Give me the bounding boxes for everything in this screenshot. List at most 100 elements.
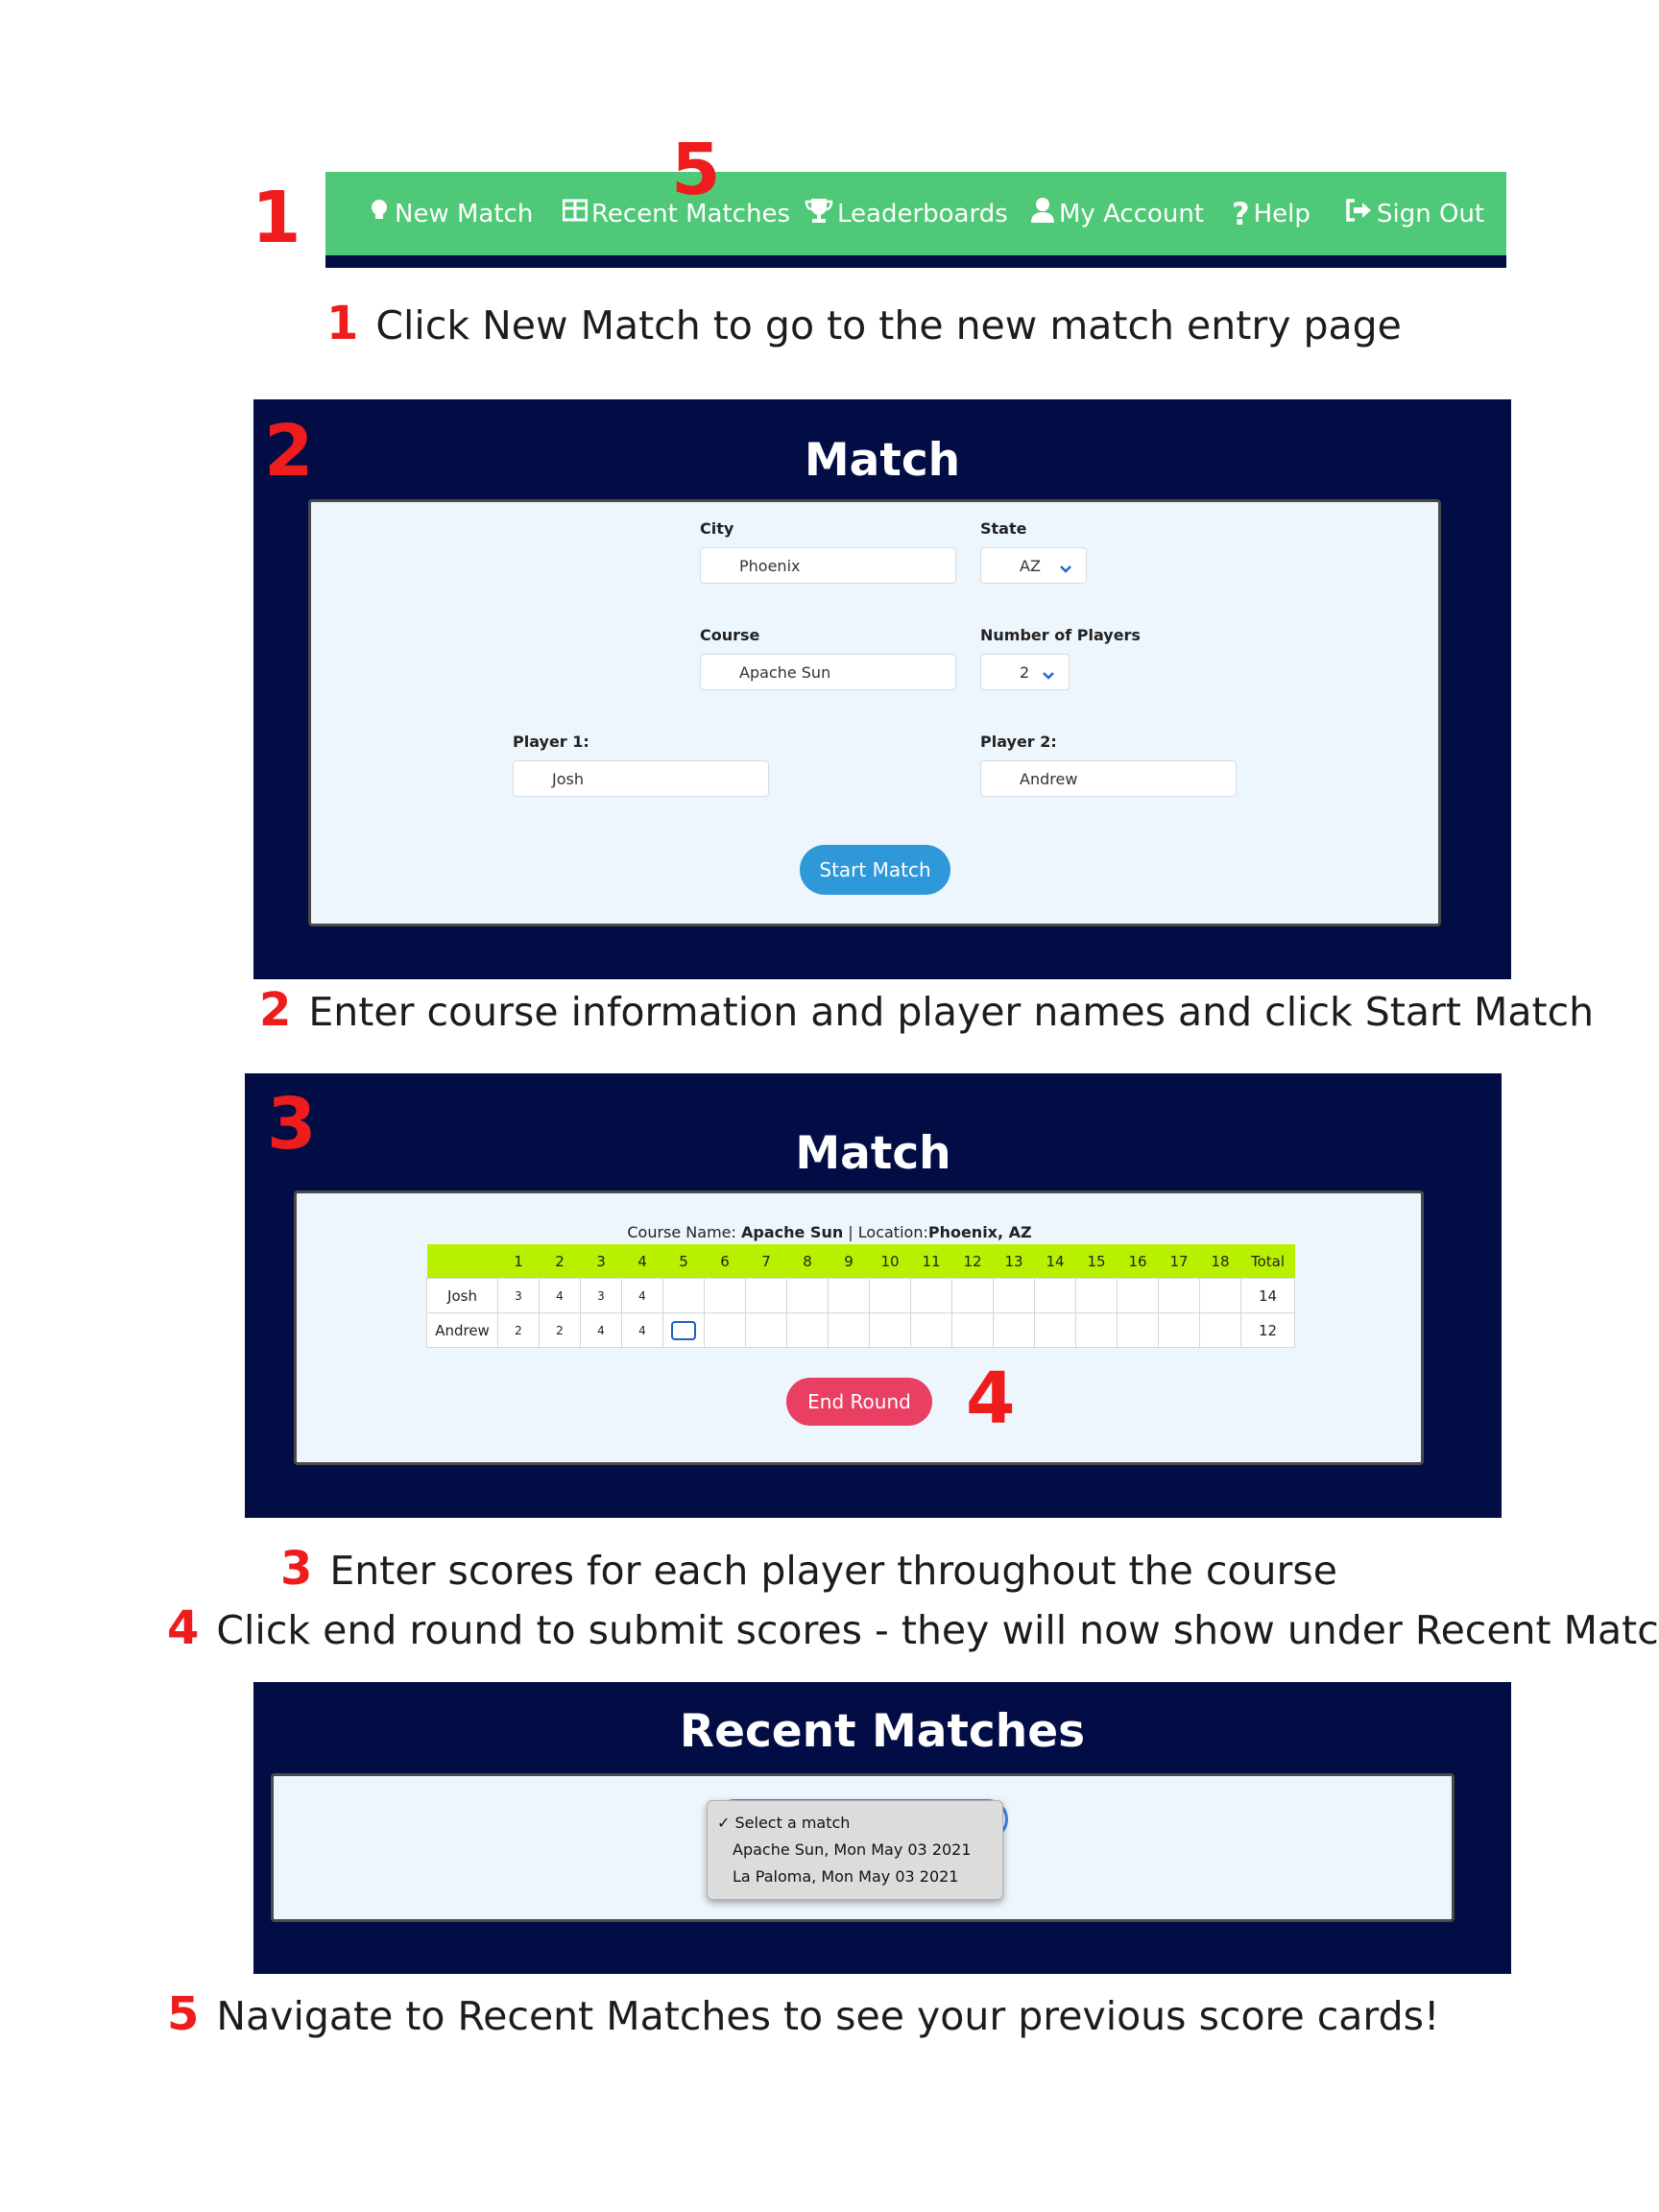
start-match-button[interactable]: Start Match [800, 845, 950, 895]
score-cell[interactable]: 3 [580, 1278, 622, 1313]
nav-new-match[interactable]: New Match [368, 172, 533, 255]
focused-input[interactable] [671, 1320, 696, 1340]
score-cell[interactable] [1034, 1278, 1076, 1313]
score-cell[interactable] [1117, 1312, 1159, 1348]
score-cell[interactable]: 3 [497, 1278, 540, 1313]
hole-header: 12 [951, 1244, 994, 1279]
state-value: AZ [1020, 556, 1041, 575]
score-cell[interactable] [662, 1278, 705, 1313]
caption-step-5: 5 Navigate to Recent Matches to see your … [167, 1991, 1439, 2037]
page-title: Recent Matches [679, 1705, 1086, 1758]
table-row: Josh 3 4 3 4 14 [426, 1278, 1295, 1313]
city-label: City [700, 519, 734, 538]
player-2-value: Andrew [1020, 769, 1078, 788]
table-icon [562, 199, 591, 228]
score-cell[interactable] [1075, 1312, 1118, 1348]
caption-text: Enter course information and player name… [308, 989, 1595, 1035]
score-cell[interactable] [993, 1278, 1035, 1313]
nav-my-account[interactable]: My Account [1030, 172, 1204, 255]
nav-leaderboards[interactable]: Leaderboards [805, 172, 1008, 255]
score-cell[interactable] [786, 1312, 829, 1348]
hole-header: 9 [828, 1244, 870, 1279]
score-cell[interactable] [1199, 1278, 1241, 1313]
caption-step-4: 4 Click end round to submit scores - they… [167, 1605, 1659, 1651]
score-cell[interactable]: 4 [580, 1312, 622, 1348]
caption-number: 1 [326, 297, 359, 350]
step-number-4: 4 [966, 1358, 1016, 1440]
score-cell[interactable] [1034, 1312, 1076, 1348]
score-cell[interactable] [1199, 1312, 1241, 1348]
scorecard-header-row: 1 2 3 4 5 6 7 8 9 10 11 12 13 14 15 16 1… [426, 1244, 1295, 1279]
score-cell[interactable]: 4 [539, 1278, 581, 1313]
caption-step-2: 2 Enter course information and player nam… [259, 987, 1594, 1033]
score-cell[interactable] [828, 1278, 870, 1313]
question-icon: ? [1232, 195, 1250, 232]
score-cell[interactable] [869, 1312, 911, 1348]
hole-header: 10 [869, 1244, 911, 1279]
course-value: Apache Sun [739, 662, 831, 682]
score-cell[interactable] [745, 1278, 787, 1313]
score-cell[interactable] [993, 1312, 1035, 1348]
score-cell[interactable] [910, 1278, 952, 1313]
caption-number: 4 [167, 1601, 200, 1655]
nav-sign-out[interactable]: Sign Out [1344, 172, 1484, 255]
city-input[interactable]: Phoenix [700, 547, 956, 584]
page-title: Match [804, 434, 961, 487]
score-cell[interactable] [869, 1278, 911, 1313]
select-option-placeholder[interactable]: ✓ Select a match [717, 1814, 850, 1832]
score-cell[interactable] [704, 1278, 746, 1313]
hole-header: 13 [993, 1244, 1035, 1279]
player-2-label: Player 2: [980, 733, 1057, 751]
score-cell[interactable] [786, 1278, 829, 1313]
total-cell: 12 [1240, 1312, 1295, 1348]
course-input[interactable]: Apache Sun [700, 654, 956, 690]
city-value: Phoenix [739, 556, 801, 575]
score-cell[interactable] [828, 1312, 870, 1348]
score-cell[interactable]: 4 [621, 1278, 663, 1313]
end-round-button[interactable]: End Round [786, 1378, 932, 1426]
caption-text: Enter scores for each player throughout … [329, 1548, 1337, 1594]
course-name-label: Course Name: [627, 1223, 741, 1241]
score-cell[interactable] [745, 1312, 787, 1348]
checkmark-icon: ✓ [717, 1814, 731, 1832]
score-cell[interactable] [704, 1312, 746, 1348]
score-cell[interactable]: 2 [497, 1312, 540, 1348]
hole-header: 7 [745, 1244, 787, 1279]
chevron-down-icon [1059, 560, 1072, 578]
score-cell[interactable]: 2 [539, 1312, 581, 1348]
hole-header: 1 [497, 1244, 540, 1279]
score-cell[interactable] [1117, 1278, 1159, 1313]
table-row: Andrew 2 2 4 4 12 [426, 1312, 1295, 1348]
nav-label: New Match [395, 199, 534, 228]
number-of-players-label: Number of Players [980, 626, 1141, 644]
player-1-input[interactable]: Josh [513, 760, 769, 797]
caption-text: Navigate to Recent Matches to see your p… [216, 1993, 1440, 2039]
hole-header: 3 [580, 1244, 622, 1279]
hole-header: 17 [1158, 1244, 1200, 1279]
score-cell[interactable] [910, 1312, 952, 1348]
player-1-label: Player 1: [513, 733, 589, 751]
player-2-input[interactable]: Andrew [980, 760, 1237, 797]
select-option[interactable]: Apache Sun, Mon May 03 2021 [733, 1840, 972, 1859]
hole-header: 15 [1075, 1244, 1118, 1279]
nav-label: Sign Out [1377, 199, 1485, 228]
hole-header: 4 [621, 1244, 663, 1279]
player-1-value: Josh [552, 769, 584, 788]
nav-help[interactable]: ? Help [1232, 172, 1310, 255]
number-of-players-select[interactable]: 2 [980, 654, 1070, 690]
score-cell[interactable]: 4 [621, 1312, 663, 1348]
state-select[interactable]: AZ [980, 547, 1087, 584]
score-cell[interactable] [1075, 1278, 1118, 1313]
score-cell[interactable] [951, 1312, 994, 1348]
location-value: Phoenix, AZ [927, 1223, 1032, 1241]
hole-header: 5 [662, 1244, 705, 1279]
score-cell[interactable] [951, 1278, 994, 1313]
score-cell[interactable] [1158, 1312, 1200, 1348]
player-name-cell: Josh [426, 1278, 498, 1313]
hole-header: 8 [786, 1244, 829, 1279]
select-option[interactable]: La Paloma, Mon May 03 2021 [733, 1867, 958, 1886]
score-cell-focused[interactable] [662, 1312, 705, 1348]
score-cell[interactable] [1158, 1278, 1200, 1313]
lightbulb-icon [368, 198, 395, 229]
page-title: Match [795, 1127, 951, 1180]
